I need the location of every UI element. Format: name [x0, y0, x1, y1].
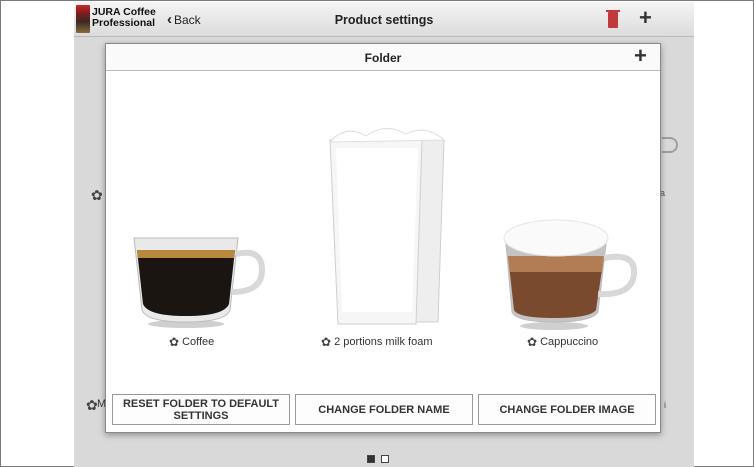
page-dot-1[interactable] [367, 455, 375, 463]
screen-frame: JURA Coffee Professional ‹ Back Product … [0, 0, 754, 467]
add-product-icon[interactable]: + [634, 44, 647, 68]
page-dot-2[interactable] [381, 455, 389, 463]
espresso-cup-icon [133, 237, 266, 328]
gear-icon[interactable]: ✿ [91, 187, 103, 204]
folder-dialog: Folder + ✿ Coffee ✿ 2 portions milk foam… [105, 43, 661, 433]
gear-icon[interactable]: ✿ [86, 397, 98, 414]
dialog-header: Folder + [106, 44, 660, 71]
change-folder-name-button[interactable]: CHANGE FOLDER NAME [295, 394, 473, 425]
product-label-cappuccino[interactable]: ✿ Cappuccino [527, 335, 598, 349]
page-indicator [367, 455, 389, 463]
add-icon[interactable]: + [639, 6, 652, 30]
top-bar: JURA Coffee Professional ‹ Back Product … [74, 2, 694, 37]
gear-icon[interactable]: ✿ [527, 335, 537, 349]
dialog-title: Folder [364, 51, 402, 65]
page-title: Product settings [334, 13, 434, 27]
product-cappuccino[interactable] [498, 216, 644, 331]
cappuccino-cup-icon [503, 219, 638, 330]
milk-glass-icon [328, 128, 446, 325]
product-milk-foam[interactable] [326, 126, 450, 326]
background-cup-icon [662, 137, 678, 153]
product-label-milk-foam[interactable]: ✿ 2 portions milk foam [321, 335, 433, 349]
gear-icon[interactable]: ✿ [321, 335, 331, 349]
reset-folder-button[interactable]: RESET FOLDER TO DEFAULT SETTINGS [112, 394, 290, 425]
gear-icon[interactable]: ✿ [169, 335, 179, 349]
trash-icon[interactable] [606, 10, 620, 28]
product-coffee[interactable] [128, 230, 268, 330]
change-folder-image-button[interactable]: CHANGE FOLDER IMAGE [478, 394, 656, 425]
product-label-coffee[interactable]: ✿ Coffee [169, 335, 214, 349]
background-label-fragment: i [664, 400, 666, 410]
